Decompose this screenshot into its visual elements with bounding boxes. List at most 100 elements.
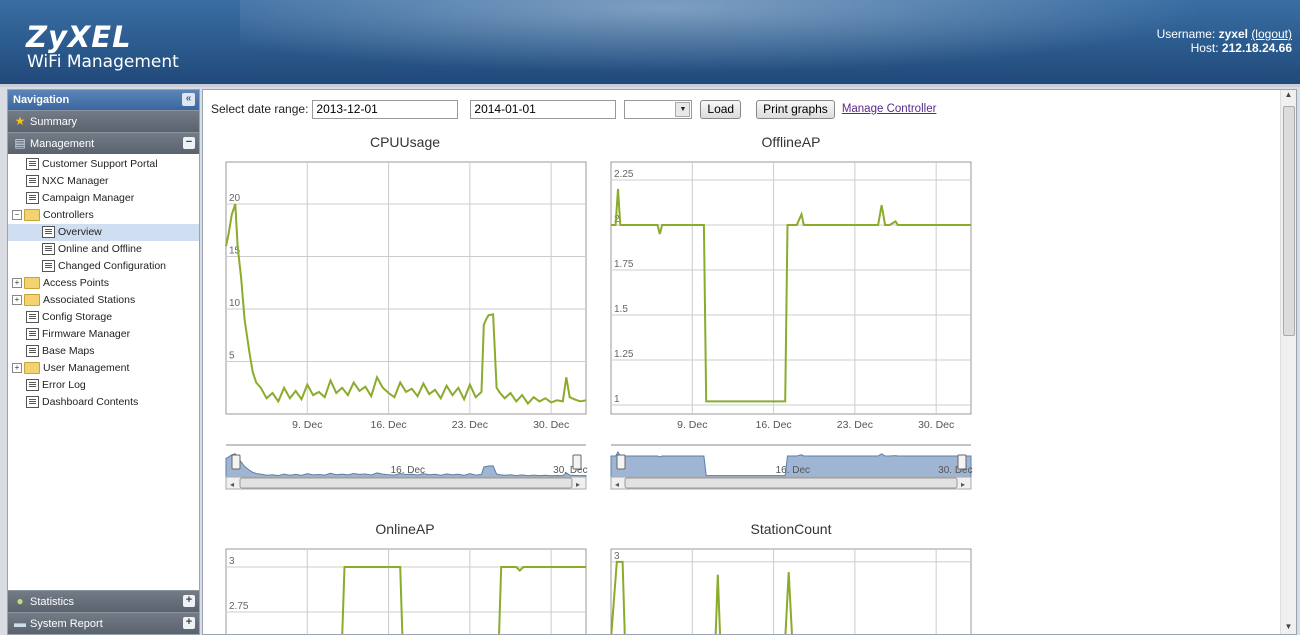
report-icon: ▬ [14,616,26,630]
document-icon [26,311,39,324]
document-icon [26,396,39,409]
x-tick-label: 9. Dec [292,419,322,431]
logout-link[interactable]: (logout) [1251,27,1292,41]
section-summary[interactable]: ★ Summary [8,110,199,132]
expand-node-icon[interactable]: + [12,278,22,289]
sidebar-item-user-management[interactable]: + User Management [8,360,199,377]
x-tick-label: 9. Dec [677,419,707,431]
navigation-panel: Navigation « ★ Summary ▤ Management − Cust… [7,89,200,635]
y-tick-label: 2.75 [229,601,249,612]
folder-icon [24,277,40,290]
document-icon [26,379,39,392]
sidebar-item-config-storage[interactable]: Config Storage [8,309,199,326]
collapse-section-icon[interactable]: − [183,137,195,149]
x-tick-label: 23. Dec [837,419,873,431]
range-preset-select[interactable]: ▼ [624,99,693,119]
expand-node-icon[interactable]: + [12,295,22,306]
chart-title: OnlineAP [375,521,435,537]
y-tick-label: 1.75 [614,259,634,270]
sidebar-item-base-maps[interactable]: Base Maps [8,343,199,360]
user-info: Username: zyxel (logout) Host: 212.18.24… [1157,27,1292,55]
plot-area [225,548,587,634]
y-tick-label: 1.25 [614,349,634,360]
sidebar-item-label: Access Points [43,277,109,289]
sidebar-item-firmware-manager[interactable]: Firmware Manager [8,326,199,343]
management-tree: Customer Support Portal NXC Manager Camp… [8,154,199,411]
sidebar-item-associated-stations[interactable]: + Associated Stations [8,292,199,309]
end-date-input[interactable] [470,99,617,119]
sidebar-item-nxc-manager[interactable]: NXC Manager [8,173,199,190]
document-icon [42,243,55,256]
document-icon [26,328,39,341]
scroll-right-icon: ▸ [961,480,965,489]
section-summary-label: Summary [30,116,78,128]
navigator-scrollbar-thumb [624,477,958,489]
section-system-report[interactable]: ▬ System Report + [8,612,199,634]
navigator-handle [572,454,582,470]
print-graphs-button[interactable]: Print graphs [756,99,835,119]
sidebar-item-campaign-manager[interactable]: Campaign Manager [8,190,199,207]
navigation-title: Navigation [13,94,70,106]
plot-area [610,161,972,415]
y-tick-label: 2.25 [614,169,634,180]
scroll-down-icon[interactable]: ▼ [1281,620,1296,634]
host-label: Host: [1190,41,1219,55]
load-button[interactable]: Load [700,99,742,119]
offline-ap-chart: 11.251.51.7522.259. Dec 16. Dec 23. Dec 30.… [610,161,972,431]
expand-section-icon[interactable]: + [183,595,195,607]
y-tick-label: 20 [229,193,241,204]
offline-ap-range-navigator[interactable]: 16. Dec 30. Dec ◂ ▸ [609,437,974,492]
sidebar-item-controllers[interactable]: − Controllers [8,207,199,224]
folder-icon [24,362,40,375]
cpu-usage-range-navigator[interactable]: 16. Dec 30. Dec ◂ ▸ [224,437,589,492]
sidebar-item-label: Customer Support Portal [42,158,158,170]
scroll-up-icon[interactable]: ▲ [1281,90,1296,104]
main-content: Select date range: ▼ Load Print graphs M… [202,89,1297,635]
sidebar-item-error-log[interactable]: Error Log [8,377,199,394]
collapse-panel-icon[interactable]: « [182,93,195,106]
section-statistics-label: Statistics [30,596,75,608]
section-system-report-label: System Report [30,618,103,630]
sidebar-item-online-and-offline[interactable]: Online and Offline [8,241,199,258]
document-icon [42,260,55,273]
chevron-down-icon: ▼ [675,101,691,117]
x-tick-label: 16. Dec [755,419,791,431]
username-label: Username: [1156,27,1216,41]
section-statistics[interactable]: ● Statistics + [8,590,199,612]
navigation-header: Navigation « [8,90,199,110]
document-icon [26,158,39,171]
star-icon: ★ [14,114,26,128]
document-icon [26,192,39,205]
folder-icon [24,209,40,222]
start-date-input[interactable] [312,99,459,119]
sidebar-item-changed-configuration[interactable]: Changed Configuration [8,258,199,275]
date-range-toolbar: Select date range: ▼ Load Print graphs M… [211,98,936,120]
date-range-label: Select date range: [211,102,309,116]
navigator-handle [616,454,626,470]
sidebar-item-access-points[interactable]: + Access Points [8,275,199,292]
sidebar-item-overview[interactable]: Overview [8,224,199,241]
sidebar-item-customer-support-portal[interactable]: Customer Support Portal [8,156,199,173]
brand-subtitle: WiFi Management [27,52,179,72]
sidebar-item-dashboard-contents[interactable]: Dashboard Contents [8,394,199,411]
navigator-tick-label: 16. Dec [391,465,425,476]
main-vertical-scrollbar[interactable]: ▲ ▼ [1280,90,1296,634]
document-icon [26,175,39,188]
collapse-node-icon[interactable]: − [12,210,22,221]
scroll-left-icon: ◂ [615,480,619,489]
sidebar-item-label: Base Maps [42,345,95,357]
navigator-scrollbar-thumb [239,477,573,489]
sidebar-item-label: Controllers [43,209,94,221]
scrollbar-thumb[interactable] [1283,106,1295,336]
host-value: 212.18.24.66 [1221,41,1292,55]
expand-section-icon[interactable]: + [183,617,195,629]
expand-node-icon[interactable]: + [12,363,22,374]
section-management[interactable]: ▤ Management − [8,132,199,154]
scroll-left-icon: ◂ [230,480,234,489]
online-ap-chart: 2.75 3 [225,548,587,634]
folder-icon [24,294,40,307]
sidebar-item-label: User Management [43,362,130,374]
manage-controller-link[interactable]: Manage Controller [842,103,937,115]
sidebar-item-label: Associated Stations [43,294,136,306]
sidebar-item-label: NXC Manager [42,175,109,187]
